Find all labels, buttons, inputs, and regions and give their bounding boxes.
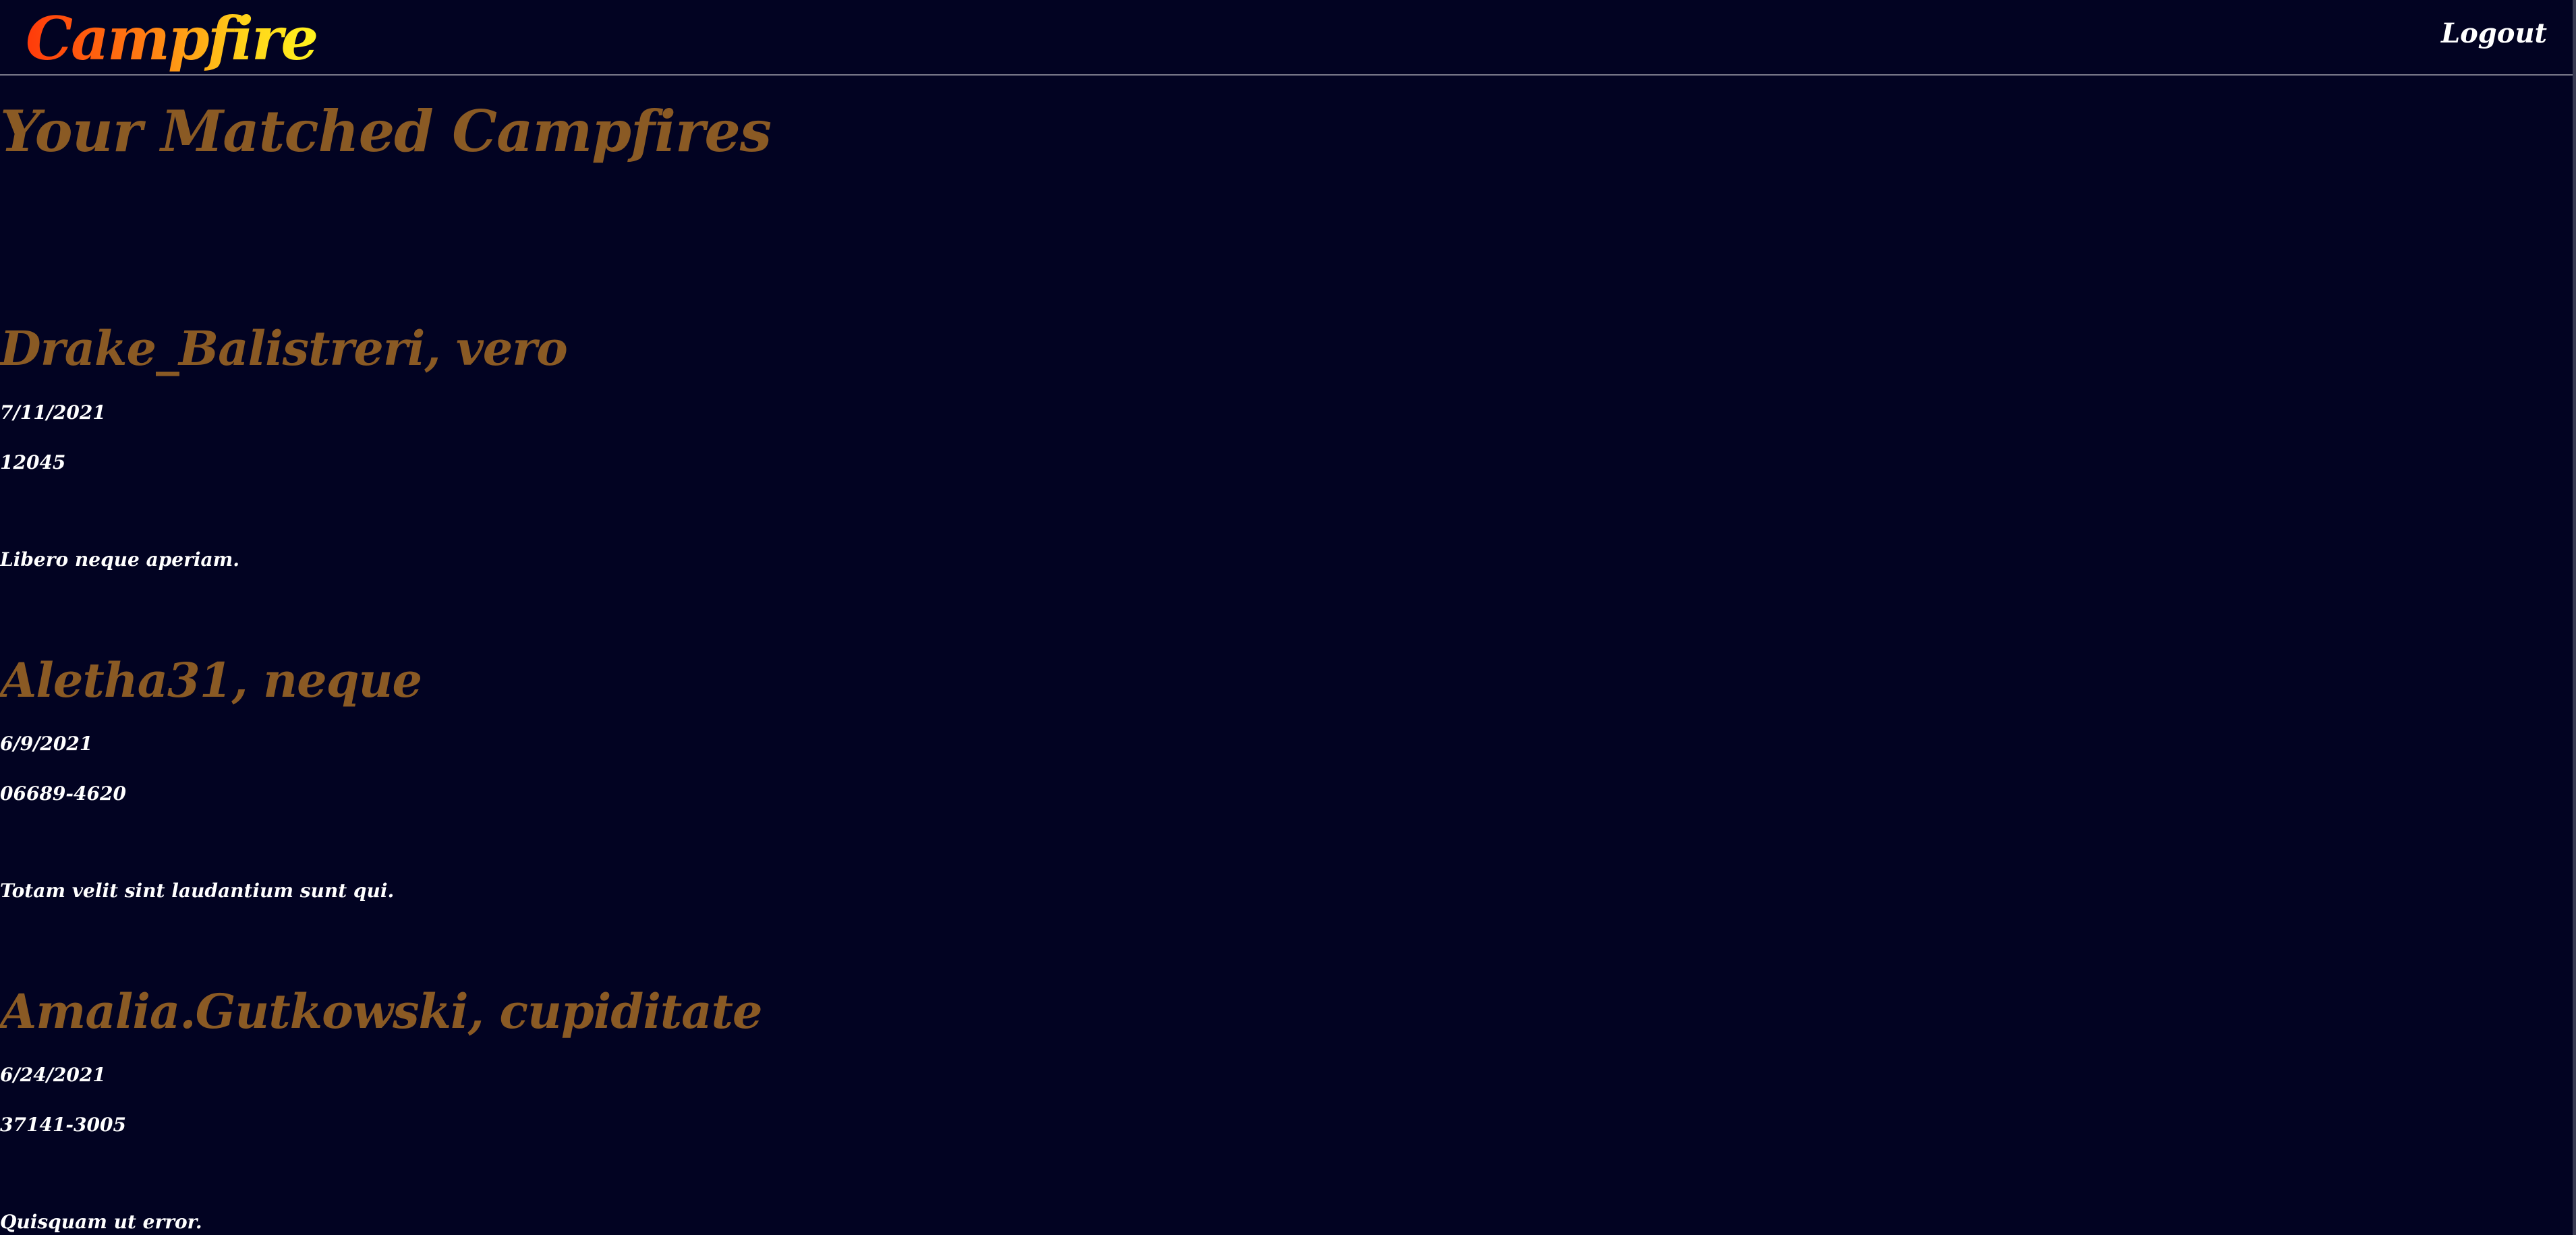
match-zip: 37141-3005 bbox=[0, 1114, 126, 1136]
match-name: Drake_Balistreri, vero bbox=[0, 320, 568, 376]
brand-logo[interactable]: Campfire bbox=[26, 1, 318, 76]
match-date: 6/24/2021 bbox=[0, 1064, 106, 1086]
match-description: Libero neque aperiam. bbox=[0, 548, 240, 571]
vertical-scrollbar[interactable] bbox=[2573, 0, 2576, 1235]
top-navbar: Campfire Logout bbox=[0, 0, 2573, 76]
page: Campfire Logout Your Matched Campfires D… bbox=[0, 0, 2576, 1235]
match-name: Aletha31, neque bbox=[0, 652, 422, 708]
logout-link[interactable]: Logout bbox=[2441, 15, 2547, 53]
match-name: Amalia.Gutkowski, cupiditate bbox=[0, 983, 763, 1039]
match-date: 7/11/2021 bbox=[0, 401, 106, 424]
match-date: 6/9/2021 bbox=[0, 733, 93, 755]
page-title: Your Matched Campfires bbox=[0, 98, 772, 165]
match-description: Quisquam ut error. bbox=[0, 1211, 202, 1233]
match-description: Totam velit sint laudantium sunt qui. bbox=[0, 880, 395, 902]
match-zip: 12045 bbox=[0, 451, 66, 473]
match-zip: 06689-4620 bbox=[0, 782, 126, 805]
